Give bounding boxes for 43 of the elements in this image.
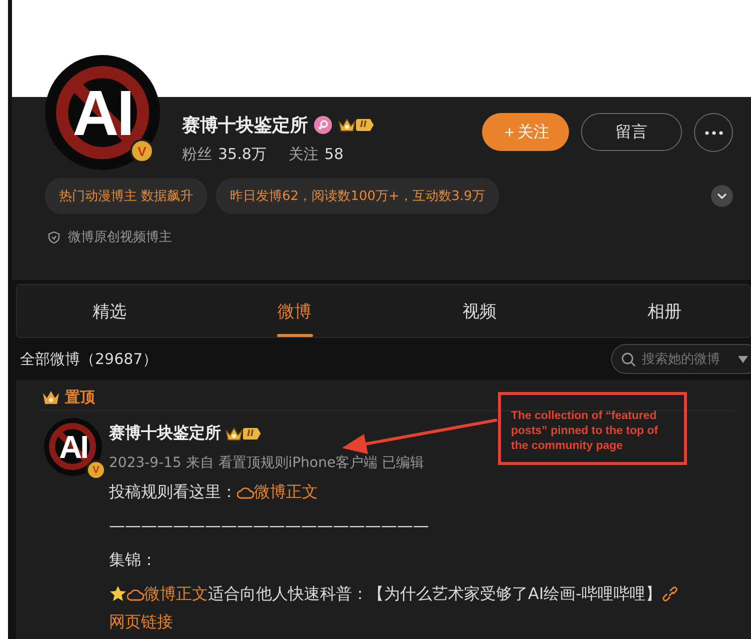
chain-link-icon [661, 586, 680, 602]
tab[interactable]: 相册 [572, 285, 751, 337]
feed-title: 全部微博（29687） [20, 350, 158, 368]
shield-icon [48, 230, 60, 244]
expand-button[interactable] [711, 185, 733, 207]
tab[interactable]: 视频 [387, 285, 572, 337]
avatar-text: AI [72, 76, 132, 150]
profile-description: 微博原创视频博主 [68, 229, 172, 246]
prohibition-icon [47, 421, 98, 472]
search-icon [621, 352, 636, 367]
post-paragraph: 微博正文适合向他人快速科普：【为什么艺术家受够了AI绘画-哔哩哔哩】 网页链接 [109, 580, 729, 636]
level-badge: II [225, 426, 261, 442]
verified-badge: V [86, 460, 106, 480]
more-icon [704, 130, 724, 134]
chevron-down-icon [717, 193, 727, 199]
profile-name: 赛博十块鉴定所 [182, 114, 308, 137]
web-link[interactable]: 网页链接 [109, 612, 173, 631]
profile-tag: 昨日发博62，阅读数100万+，互动数3.9万 [216, 178, 500, 214]
cloud-icon [237, 486, 254, 500]
avatar-text: AI [59, 428, 87, 466]
crown-icon [42, 390, 60, 405]
post-link[interactable]: 微博正文 [237, 482, 318, 501]
profile-stat[interactable]: 关注 58 [288, 145, 344, 164]
post-paragraph: 集锦： [109, 549, 158, 571]
post-author[interactable]: 赛博十块鉴定所 [109, 423, 221, 444]
cloud-icon [127, 588, 144, 602]
more-button[interactable] [694, 113, 733, 152]
pinned-label: 置顶 [65, 388, 95, 407]
annotation-note: The collection of “featured posts” pinned to the top of the community page [498, 392, 687, 465]
level-badge: II [338, 117, 374, 133]
post-paragraph: 投稿规则看这里： 微博正文 [109, 481, 319, 503]
female-icon [314, 116, 332, 134]
post-meta: 2023-9-15 来自 看置顶规则iPhone客户端 已编辑 [109, 454, 426, 472]
dropdown-caret-icon[interactable] [738, 356, 748, 363]
message-button[interactable]: 留言 [581, 113, 682, 151]
post-paragraph: ———————————————————— [109, 515, 430, 537]
profile-tag: 热门动漫博主 数据飙升 [45, 178, 208, 214]
tab[interactable]: 精选 [17, 285, 202, 337]
profile-stat[interactable]: 粉丝 35.8万 [182, 145, 266, 164]
star-icon [109, 585, 127, 602]
search-field[interactable]: 搜索她的微博 [611, 344, 751, 374]
post-link[interactable]: 微博正文 [127, 584, 208, 603]
tab[interactable]: 微博 [202, 285, 387, 337]
